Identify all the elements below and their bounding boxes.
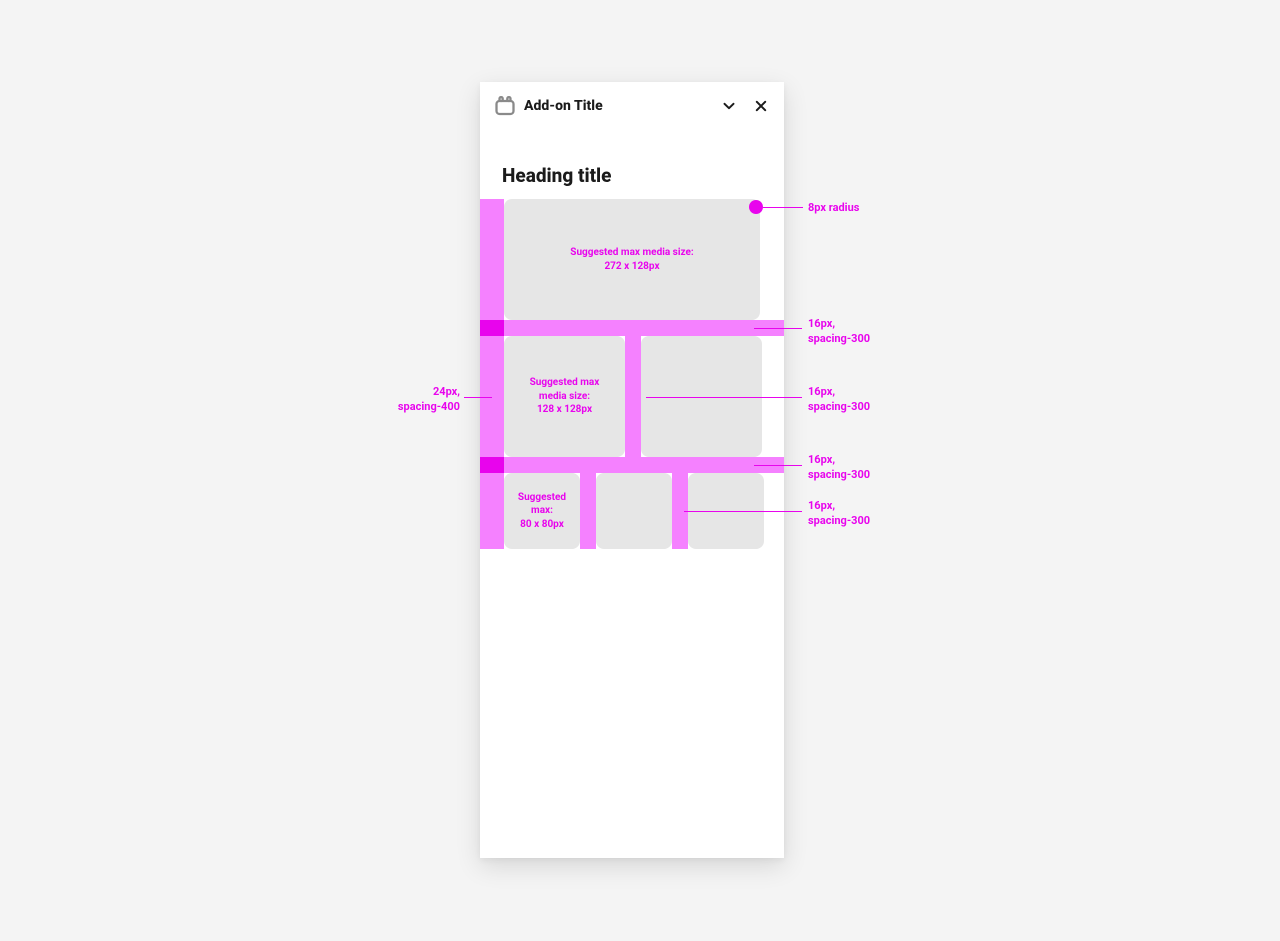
annotation-col-gap-third: 16px, spacing-300 <box>808 499 870 529</box>
heading-title: Heading title <box>502 164 612 187</box>
annotation-line-col-gap-third <box>684 511 802 512</box>
media-card-third-line2: max: <box>531 504 553 518</box>
media-card-full-line2: 272 x 128px <box>604 260 659 274</box>
annotation-line-col-gap-half <box>646 397 802 398</box>
media-card-half-1: Suggested max media size: 128 x 128px <box>504 336 625 457</box>
highlight-row-gap-1 <box>480 320 784 336</box>
annotation-outer-margin: 24px, spacing-400 <box>360 385 460 415</box>
highlight-col-gap-third-1 <box>580 473 596 549</box>
annotation-line-radius <box>763 207 803 208</box>
highlight-col-gap-half <box>625 336 641 457</box>
media-card-third-1: Suggested max: 80 x 80px <box>504 473 580 549</box>
media-card-third-line1: Suggested <box>518 491 566 505</box>
annotation-row-gap-2: 16px, spacing-300 <box>808 453 870 483</box>
panel-header: Add-on Title <box>480 82 784 130</box>
annotation-line-row-gap-2 <box>754 465 802 466</box>
panel-title: Add-on Title <box>524 98 710 114</box>
highlight-overlap-1 <box>480 320 504 336</box>
plugin-icon <box>494 95 516 117</box>
annotation-radius: 8px radius <box>808 201 859 216</box>
close-button[interactable] <box>748 93 774 119</box>
diagram-stage: Add-on Title Heading title Suggested max <box>0 0 1280 941</box>
highlight-row-gap-2 <box>480 457 784 473</box>
media-card-half-line1: Suggested max <box>530 376 600 390</box>
highlight-outer-margin-left <box>480 199 504 549</box>
minimize-button[interactable] <box>716 93 742 119</box>
media-card-half-line3: 128 x 128px <box>537 403 592 417</box>
media-card-half-line2: media size: <box>539 390 590 404</box>
addon-panel: Add-on Title Heading title Suggested max <box>480 82 784 858</box>
annotation-col-gap-half: 16px, spacing-300 <box>808 385 870 415</box>
radius-indicator-dot <box>749 200 763 214</box>
highlight-overlap-2 <box>480 457 504 473</box>
media-card-third-line3: 80 x 80px <box>520 518 564 532</box>
media-card-full: Suggested max media size: 272 x 128px <box>504 199 760 320</box>
annotation-line-outer-margin <box>464 397 492 398</box>
media-card-full-line1: Suggested max media size: <box>570 246 693 260</box>
annotation-row-gap-1: 16px, spacing-300 <box>808 317 870 347</box>
media-card-third-2 <box>596 473 672 549</box>
annotation-line-row-gap-1 <box>754 328 802 329</box>
close-icon <box>755 100 767 112</box>
chevron-down-icon <box>723 100 735 112</box>
